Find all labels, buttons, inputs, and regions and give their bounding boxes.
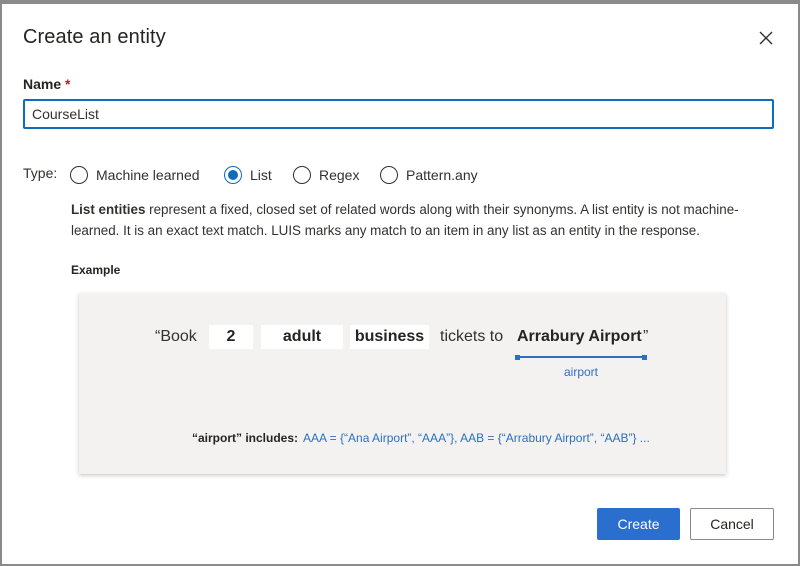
radio-label: Pattern.any <box>406 167 478 183</box>
dialog-title: Create an entity <box>23 26 166 48</box>
example-label: Example <box>71 263 121 277</box>
close-button[interactable] <box>754 26 778 50</box>
cancel-button[interactable]: Cancel <box>690 508 774 540</box>
example-chip-number: 2 <box>209 325 253 349</box>
example-chip-business: business <box>350 325 429 349</box>
radio-machine-learned[interactable]: Machine learned <box>70 164 200 186</box>
description-text: represent a fixed, closed set of related… <box>71 202 739 238</box>
type-description: List entities represent a fixed, closed … <box>71 199 771 241</box>
includes-label: “airport” includes: <box>192 431 299 445</box>
radio-circle <box>224 166 242 184</box>
name-label: Name * <box>23 76 70 92</box>
radio-pattern-any[interactable]: Pattern.any <box>380 164 478 186</box>
name-input[interactable] <box>23 99 774 129</box>
type-label: Type: <box>23 165 58 181</box>
radio-label: List <box>250 167 272 183</box>
radio-regex[interactable]: Regex <box>293 164 359 186</box>
required-mark: * <box>65 76 71 92</box>
example-chip-adult: adult <box>261 325 343 349</box>
example-entity-text: Arrabury Airport <box>517 328 642 345</box>
close-icon <box>759 31 773 45</box>
entity-tag: airport <box>563 365 598 379</box>
radio-circle <box>380 166 398 184</box>
example-middle-text: tickets to <box>440 328 504 345</box>
create-button[interactable]: Create <box>597 508 680 540</box>
radio-label: Regex <box>319 167 360 183</box>
create-entity-dialog: Create an entity Name * Type: Machine le… <box>2 4 798 564</box>
description-lead: List entities <box>71 202 146 217</box>
example-panel: “Book 2 adult business tickets to Arrabu… <box>79 293 726 474</box>
includes-value: AAA = {“Ana Airport”, “AAA”}, AAB = {“Ar… <box>303 431 650 445</box>
radio-circle <box>293 166 311 184</box>
entity-underline <box>515 354 647 360</box>
radio-list[interactable]: List <box>224 164 272 186</box>
example-open-quote: “Book <box>155 328 197 345</box>
radio-label: Machine learned <box>96 167 200 183</box>
example-close-quote: ” <box>643 328 649 345</box>
name-label-text: Name <box>23 76 62 92</box>
radio-circle <box>70 166 88 184</box>
